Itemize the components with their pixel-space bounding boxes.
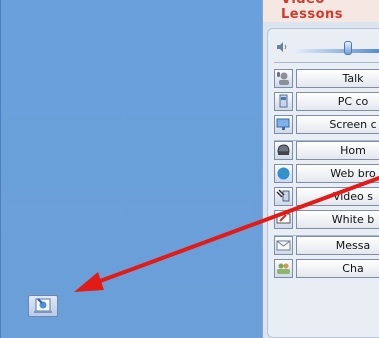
whiteboard-pen-icon[interactable] xyxy=(274,210,293,229)
toolbar-item-pc-control[interactable]: PC co xyxy=(274,92,379,111)
microphone-user-icon[interactable] xyxy=(274,69,293,88)
panel-title: Video Lessons xyxy=(281,0,343,22)
talk-button[interactable]: Talk xyxy=(296,69,379,88)
volume-control xyxy=(268,35,379,59)
desktop-background xyxy=(0,0,263,338)
web-button[interactable]: Web bro xyxy=(296,164,379,183)
people-chat-icon[interactable] xyxy=(274,259,293,278)
toolbar-item-screen[interactable]: Screen c xyxy=(274,115,379,134)
desktop-shortcut-icon[interactable] xyxy=(28,295,58,317)
divider xyxy=(274,62,379,63)
pc-control-icon[interactable] xyxy=(274,92,293,111)
home-button[interactable]: Hom xyxy=(296,141,379,160)
volume-slider-track[interactable] xyxy=(294,49,379,53)
toolbar-item-home[interactable]: Hom xyxy=(274,141,379,160)
home-helmet-icon[interactable] xyxy=(274,141,293,160)
pc-control-button[interactable]: PC co xyxy=(296,92,379,111)
shortcut-glyph-icon xyxy=(34,298,52,313)
toolbar-item-message[interactable]: Messa xyxy=(274,236,379,255)
toolbar-item-web[interactable]: Web bro xyxy=(274,164,379,183)
volume-slider-thumb[interactable] xyxy=(343,41,352,55)
panel-header: Video Lessons xyxy=(262,0,379,22)
screen-button[interactable]: Screen c xyxy=(296,115,379,134)
globe-icon[interactable] xyxy=(274,164,293,183)
toolbar-item-video[interactable]: Video s xyxy=(274,187,379,206)
chat-button[interactable]: Cha xyxy=(296,259,379,278)
video-stream-icon[interactable] xyxy=(274,187,293,206)
toolbar-item-whiteboard[interactable]: White b xyxy=(274,210,379,229)
screen-monitor-icon[interactable] xyxy=(274,115,293,134)
message-button[interactable]: Messa xyxy=(296,236,379,255)
panel-inner: Talk PC co Screen c Hom Web bro Video s White … xyxy=(267,28,379,338)
video-button[interactable]: Video s xyxy=(296,187,379,206)
toolbar-item-chat[interactable]: Cha xyxy=(274,259,379,278)
speaker-icon[interactable] xyxy=(276,41,288,53)
envelope-icon[interactable] xyxy=(274,236,293,255)
toolbar-item-talk[interactable]: Talk xyxy=(274,69,379,88)
whiteboard-button[interactable]: White b xyxy=(296,210,379,229)
side-panel: Talk PC co Screen c Hom Web bro Video s White … xyxy=(262,22,379,338)
